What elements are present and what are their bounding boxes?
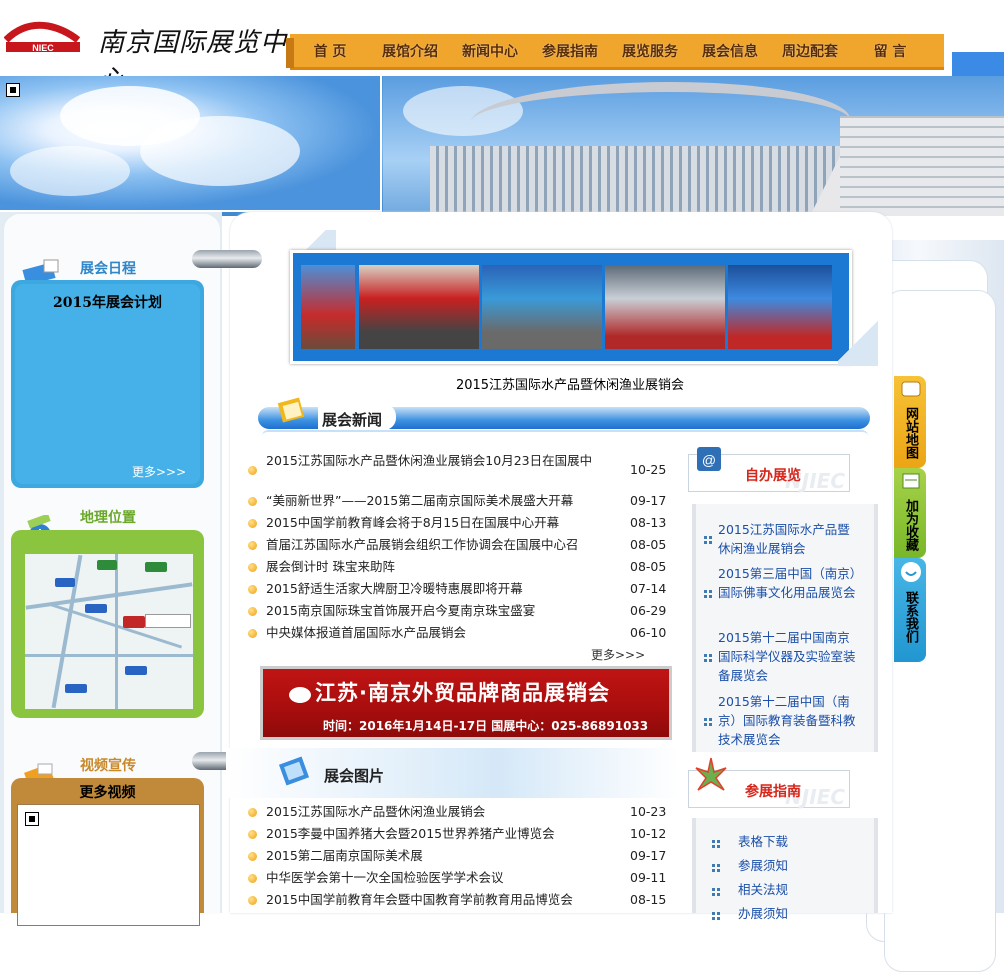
flash-placeholder-icon[interactable] — [25, 812, 39, 826]
binder-ring-icon — [192, 250, 262, 268]
guide-link-forms[interactable]: 表格下载 — [738, 832, 878, 851]
schedule-title: 展会日程 — [80, 261, 136, 277]
schedule-heading[interactable]: 2015年展会计划 — [11, 292, 204, 312]
contact-icon — [901, 562, 921, 582]
bullet-icon — [248, 466, 257, 475]
niec-logo-icon: NIEC — [4, 21, 81, 53]
dots-icon — [704, 654, 714, 664]
news-section-title: 展会新闻 — [322, 411, 383, 429]
contact-tab[interactable]: 联系我们 — [894, 558, 926, 662]
bullet-icon — [248, 541, 257, 550]
dots-icon — [704, 718, 714, 728]
nav-news-center[interactable]: 新闻中心 — [450, 41, 530, 61]
bullet-icon — [248, 629, 257, 638]
nav-message[interactable]: 留 言 — [850, 41, 930, 61]
bullet-icon — [248, 874, 257, 883]
guide-link-organizing[interactable]: 办展须知 — [738, 904, 878, 923]
news-item[interactable]: 2015江苏国际水产品暨休闲渔业展销会10月23日在国展中 10-25 — [248, 452, 672, 488]
nav-venue-intro[interactable]: 展馆介绍 — [370, 41, 450, 61]
bullet-icon — [248, 852, 257, 861]
photos-section-title: 展会图片 — [324, 767, 385, 785]
bullet-icon — [248, 830, 257, 839]
news-more-link[interactable]: 更多>>> — [591, 646, 645, 663]
star-burst-icon — [694, 756, 728, 794]
bullet-icon — [248, 519, 257, 528]
video-box: 更多视频 — [11, 778, 204, 926]
bullet-icon — [248, 563, 257, 572]
bookmark-tab[interactable]: 加为收藏 — [894, 468, 926, 558]
bullet-icon — [248, 497, 257, 506]
self-exhibition-link[interactable]: 2015江苏国际水产品暨休闲渔业展销会 — [718, 520, 858, 558]
sitemap-icon — [901, 381, 921, 397]
bookmark-icon — [902, 473, 920, 489]
trade-fair-ad-banner[interactable]: 江苏·南京外贸品牌商品展销会 时间：2016年1月14日-17日 国展中心：02… — [260, 666, 672, 740]
flash-placeholder-icon[interactable] — [6, 83, 20, 97]
geo-title: 地理位置 — [80, 510, 136, 526]
nav-exhibition-info[interactable]: 展会信息 — [690, 41, 770, 61]
svg-text:@: @ — [702, 452, 716, 468]
main-nav: 首 页 展馆介绍 新闻中心 参展指南 展览服务 展会信息 周边配套 留 言 — [286, 34, 944, 70]
nav-end-decoration — [952, 52, 1004, 76]
guide-link-regulations[interactable]: 相关法规 — [738, 880, 878, 899]
photo-caption[interactable]: 2015江苏国际水产品暨休闲渔业展销会 — [290, 374, 850, 393]
nav-exhibitor-guide[interactable]: 参展指南 — [530, 41, 610, 61]
schedule-more-link[interactable]: 更多>>> — [132, 463, 186, 480]
self-exhibitions-list: 2015江苏国际水产品暨休闲渔业展销会 2015第三届中国（南京）国际佛事文化用… — [692, 504, 878, 752]
exhibition-photo[interactable] — [301, 265, 355, 349]
dots-icon — [712, 912, 722, 922]
dots-icon — [704, 536, 714, 546]
bullet-icon — [248, 585, 257, 594]
location-box — [11, 530, 204, 718]
exhibition-photo[interactable] — [359, 265, 479, 349]
photo-album-icon — [276, 756, 312, 788]
self-exhibition-link[interactable]: 2015第三届中国（南京）国际佛事文化用品展览会 — [718, 564, 858, 602]
banner-image — [0, 76, 1004, 216]
dots-icon — [712, 864, 722, 874]
exhibitor-guide-list: 表格下载 参展须知 相关法规 办展须知 — [692, 818, 878, 921]
guide-link-notice[interactable]: 参展须知 — [738, 856, 878, 875]
sitemap-tab[interactable]: 网站地图 — [894, 376, 926, 468]
svg-text:NIEC: NIEC — [32, 43, 54, 53]
dots-icon — [712, 840, 722, 850]
nav-exhibition-service[interactable]: 展览服务 — [610, 41, 690, 61]
self-exhibition-link[interactable]: 2015第十二届中国（南京）国际教育装备暨科教技术展览会 — [718, 692, 858, 749]
exhibition-photo[interactable] — [728, 265, 832, 349]
video-player[interactable] — [17, 804, 200, 926]
exhibition-photo[interactable] — [605, 265, 725, 349]
exhibition-photo-strip[interactable] — [290, 250, 852, 364]
nav-surroundings[interactable]: 周边配套 — [770, 41, 850, 61]
bullet-icon — [248, 607, 257, 616]
dots-icon — [712, 888, 722, 898]
video-more-link[interactable]: 更多视频 — [11, 782, 204, 802]
mail-icon: @ — [694, 444, 726, 476]
dots-icon — [704, 590, 714, 600]
video-title: 视频宣传 — [80, 758, 136, 774]
nav-home[interactable]: 首 页 — [290, 41, 370, 61]
ad-logo-icon — [289, 687, 311, 703]
self-exhibition-link[interactable]: 2015第十二届中国南京国际科学仪器及实验室装备展览会 — [718, 628, 858, 685]
book-icon — [276, 396, 310, 426]
exhibition-photo[interactable] — [482, 265, 602, 349]
bullet-icon — [248, 808, 257, 817]
schedule-box: 2015年展会计划 更多>>> — [11, 280, 204, 488]
bullet-icon — [248, 896, 257, 905]
site-logo[interactable]: NIEC 南京国际展览中心 — [0, 0, 290, 95]
location-map[interactable] — [25, 554, 193, 709]
